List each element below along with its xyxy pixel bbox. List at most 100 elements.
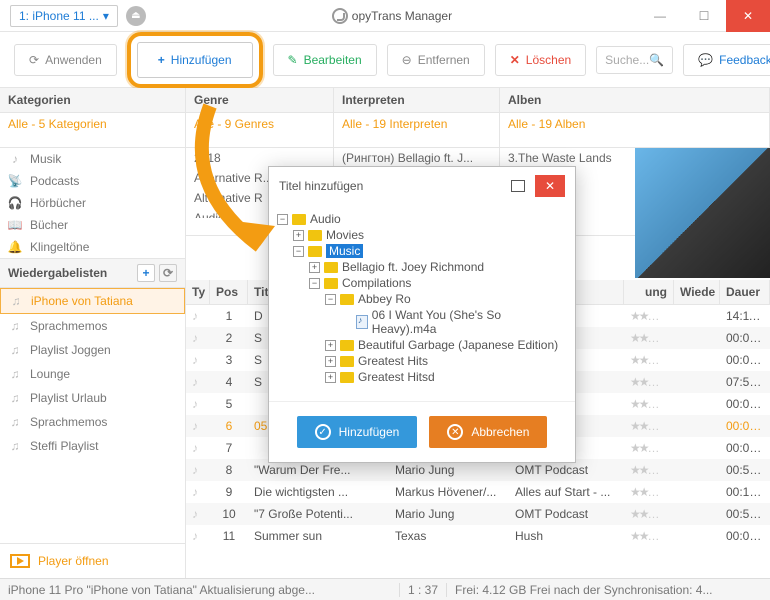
category-item[interactable]: 🎧Hörbücher: [0, 192, 185, 214]
genres-item[interactable]: 2018: [186, 148, 333, 168]
tree-node[interactable]: +Greatest Hitsd: [277, 369, 567, 385]
table-row[interactable]: ♪10"7 Große Potenti...Mario JungOMT Podc…: [186, 503, 770, 525]
add-button-highlight: +Hinzufügen: [127, 32, 263, 88]
device-select[interactable]: 1: iPhone 11 ...▾: [10, 5, 118, 27]
category-item[interactable]: ♪Musik: [0, 148, 185, 170]
dialog-title: Titel hinzufügen: [279, 179, 363, 193]
folder-icon: [324, 262, 338, 273]
expand-icon[interactable]: +: [293, 230, 304, 241]
eject-button[interactable]: ⏏: [126, 6, 146, 26]
file-icon: [356, 315, 368, 329]
tree-node[interactable]: 06 I Want You (She's So Heavy).m4a: [277, 307, 567, 337]
table-row[interactable]: ♪9Die wichtigsten ...Markus Hövener/...A…: [186, 481, 770, 503]
tree-node[interactable]: −Abbey Ro: [277, 291, 567, 307]
expand-icon[interactable]: −: [293, 246, 304, 257]
expand-icon[interactable]: −: [325, 294, 336, 305]
folder-icon: [340, 356, 354, 367]
close-button[interactable]: ✕: [726, 0, 770, 32]
playlist-icon: ♫: [8, 343, 22, 357]
logo-icon: [332, 8, 348, 24]
player-open-button[interactable]: Player öffnen: [0, 543, 186, 578]
genre-all[interactable]: Alle - 9 Genres: [186, 113, 333, 135]
playlist-add-button[interactable]: +: [137, 264, 155, 282]
remove-button[interactable]: ⊖Entfernen: [387, 44, 485, 76]
categories-all[interactable]: Alle - 5 Kategorien: [0, 113, 185, 135]
tree-node[interactable]: −Compilations: [277, 275, 567, 291]
tree-node[interactable]: +Beautiful Garbage (Japanese Edition): [277, 337, 567, 353]
status-bar: iPhone 11 Pro "iPhone von Tatiana" Aktua…: [0, 578, 770, 600]
category-item[interactable]: 📡Podcasts: [0, 170, 185, 192]
playlists-header: Wiedergabelisten + ⟳: [0, 258, 185, 288]
table-row[interactable]: ♪11Summer sunTexasHush★★★★★00:04:...: [186, 525, 770, 547]
maximize-button[interactable]: ☐: [682, 0, 726, 32]
playlist-icon: ♫: [8, 319, 22, 333]
player-icon: [10, 554, 30, 568]
playlist-item[interactable]: ♫Lounge: [0, 362, 185, 386]
toolbar: ⟳Anwenden +Hinzufügen ✎Bearbeiten ⊖Entfe…: [0, 32, 770, 88]
titlebar: 1: iPhone 11 ...▾ ⏏ opyTrans Manager — ☐…: [0, 0, 770, 32]
album-cover: [635, 148, 770, 278]
plus-icon: +: [158, 53, 165, 67]
genre-header: Genre: [186, 88, 333, 113]
tree-node[interactable]: −Music: [277, 243, 567, 259]
folder-icon: [324, 278, 338, 289]
expand-icon[interactable]: +: [325, 356, 336, 367]
folder-tree[interactable]: −Audio+Movies−Music+Bellagio ft. Joey Ri…: [269, 205, 575, 401]
tree-node[interactable]: +Greatest Hits: [277, 353, 567, 369]
album-all[interactable]: Alle - 19 Alben: [500, 113, 769, 135]
dialog-close[interactable]: ✕: [535, 175, 565, 197]
edit-button[interactable]: ✎Bearbeiten: [273, 44, 377, 76]
tree-node[interactable]: +Movies: [277, 227, 567, 243]
artist-header: Interpreten: [334, 88, 499, 113]
playlist-icon: ♫: [8, 439, 22, 453]
refresh-icon: ⟳: [29, 53, 39, 67]
playlist-item[interactable]: ♫Playlist Joggen: [0, 338, 185, 362]
category-item[interactable]: 📖Bücher: [0, 214, 185, 236]
playlist-icon: ♫: [8, 415, 22, 429]
playlist-item[interactable]: ♫Playlist Urlaub: [0, 386, 185, 410]
expand-icon[interactable]: −: [277, 214, 288, 225]
artists-item[interactable]: (Рингтон) Bellagio ft. J...: [334, 148, 499, 168]
folder-icon: [308, 246, 322, 257]
delete-button[interactable]: ✕Löschen: [495, 44, 586, 76]
playlist-item[interactable]: ♫Sprachmemos: [0, 410, 185, 434]
add-dialog: Titel hinzufügen ✕ −Audio+Movies−Music+B…: [268, 166, 576, 463]
search-icon: 🔍: [649, 53, 664, 67]
tree-node[interactable]: +Bellagio ft. Joey Richmond: [277, 259, 567, 275]
minus-icon: ⊖: [402, 53, 412, 67]
category-icon: 🎧: [8, 196, 22, 210]
expand-icon[interactable]: −: [309, 278, 320, 289]
dialog-maximize[interactable]: [511, 180, 525, 192]
dialog-cancel-button[interactable]: ✕Abbrechen: [429, 416, 547, 448]
category-icon: 📡: [8, 174, 22, 188]
tree-node[interactable]: −Audio: [277, 211, 567, 227]
categories-header: Kategorien: [0, 88, 185, 113]
apply-button[interactable]: ⟳Anwenden: [14, 44, 117, 76]
folder-icon: [340, 340, 354, 351]
add-button[interactable]: +Hinzufügen: [137, 42, 253, 78]
expand-icon[interactable]: +: [325, 372, 336, 383]
folder-icon: [292, 214, 306, 225]
minimize-button[interactable]: —: [638, 0, 682, 32]
playlist-item[interactable]: ♫Steffi Playlist: [0, 434, 185, 458]
dialog-ok-button[interactable]: ✓Hinzufügen: [297, 416, 418, 448]
feedback-button[interactable]: 💬Feedback: [683, 44, 770, 76]
search-input[interactable]: Suche...🔍: [596, 46, 673, 74]
artist-all[interactable]: Alle - 19 Interpreten: [334, 113, 499, 135]
expand-icon[interactable]: +: [325, 340, 336, 351]
sidebar: ♪Musik📡Podcasts🎧Hörbücher📖Bücher🔔Klingel…: [0, 148, 186, 578]
playlist-sync-button[interactable]: ⟳: [159, 264, 177, 282]
check-icon: ✓: [315, 424, 331, 440]
expand-icon[interactable]: +: [309, 262, 320, 273]
x-icon: ✕: [510, 53, 520, 67]
playlist-item[interactable]: ♫Sprachmemos: [0, 314, 185, 338]
playlist-item[interactable]: ♫iPhone von Tatiana: [0, 288, 185, 314]
speech-icon: 💬: [698, 53, 713, 67]
category-icon: 📖: [8, 218, 22, 232]
playlist-icon: ♫: [8, 391, 22, 405]
album-header: Alben: [500, 88, 769, 113]
category-icon: ♪: [8, 152, 22, 166]
x-icon: ✕: [447, 424, 463, 440]
category-item[interactable]: 🔔Klingeltöne: [0, 236, 185, 258]
playlist-icon: ♫: [8, 367, 22, 381]
